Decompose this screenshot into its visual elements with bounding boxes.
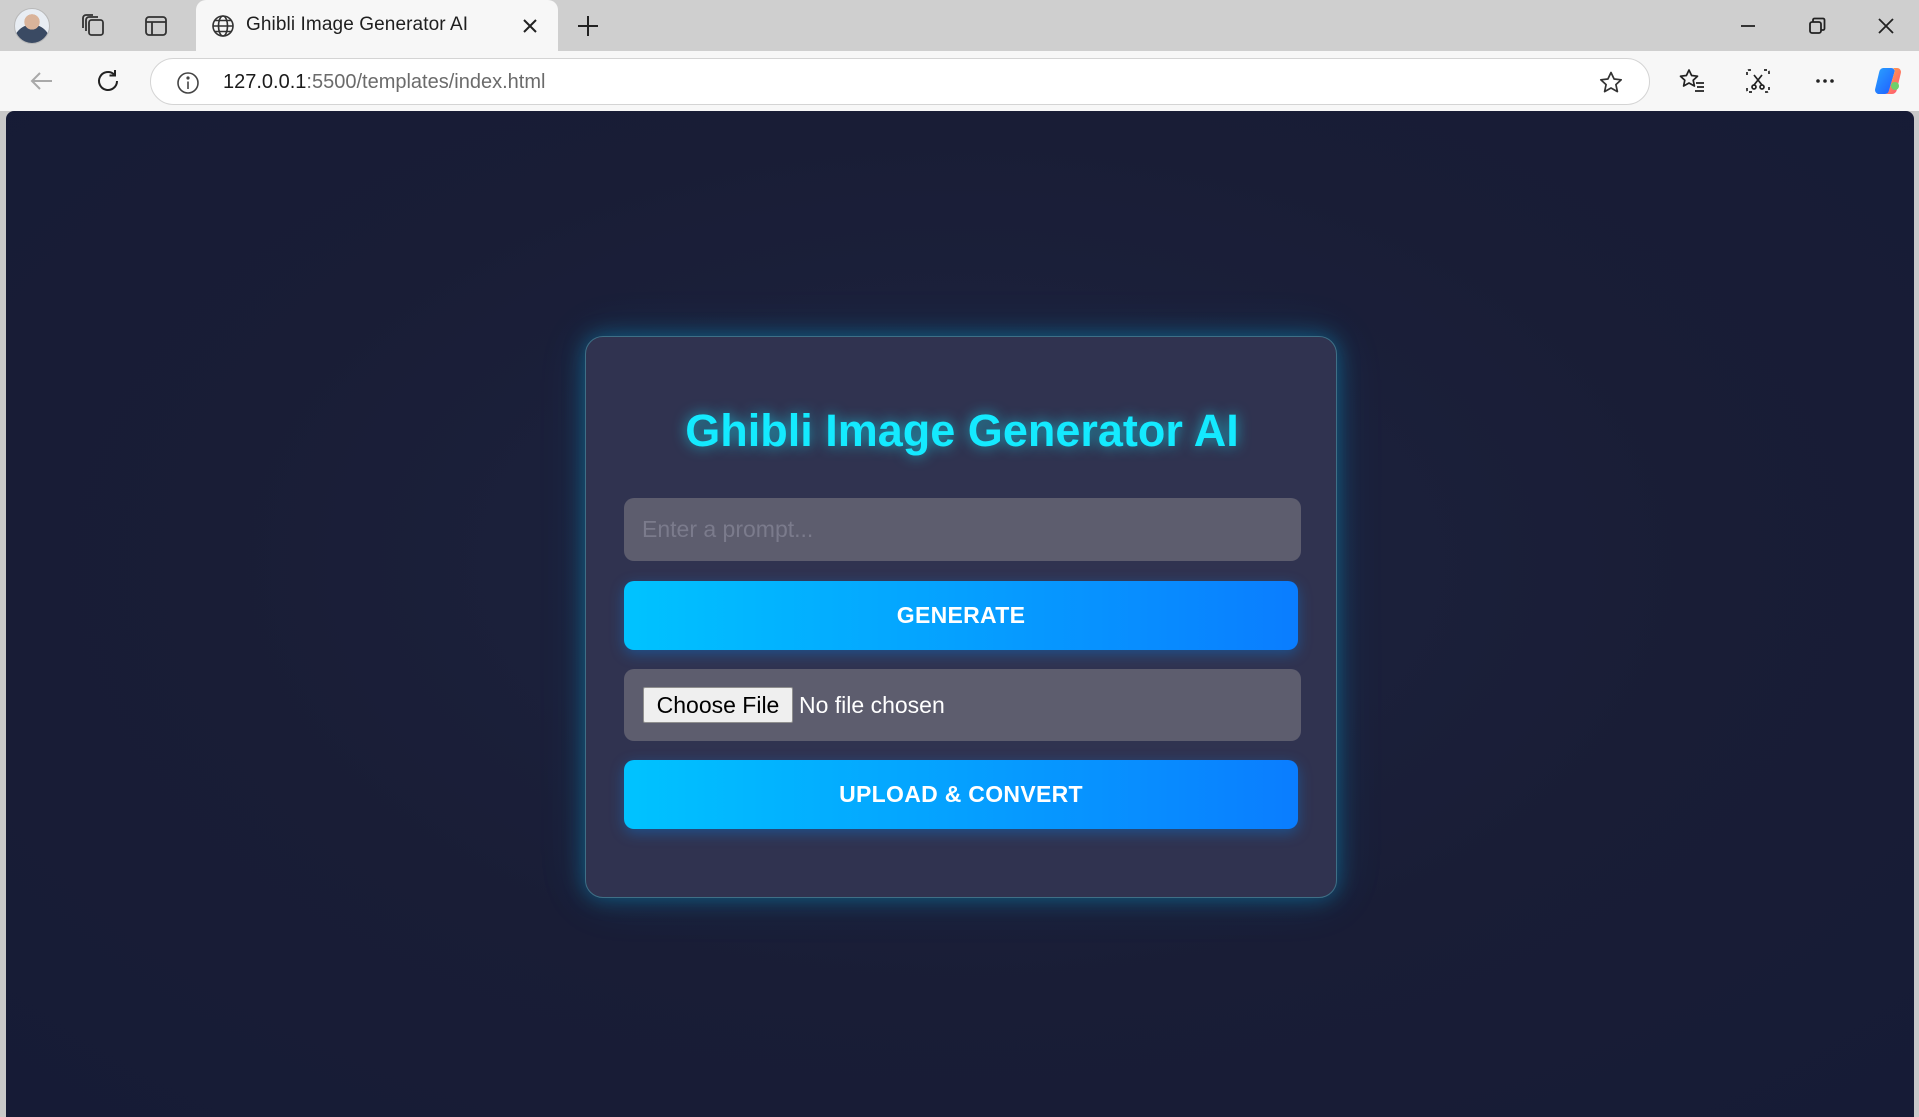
address-bar[interactable]: 127.0.0.1:5500/templates/index.html (150, 58, 1650, 105)
screenshot-icon[interactable] (1743, 66, 1773, 96)
plus-icon[interactable] (574, 12, 602, 40)
refresh-icon[interactable] (93, 66, 123, 96)
globe-icon (212, 15, 234, 37)
back-arrow-icon[interactable] (27, 66, 57, 96)
choose-file-button[interactable]: Choose File (643, 687, 793, 723)
info-icon[interactable] (175, 70, 201, 96)
generate-button[interactable]: GENERATE (624, 581, 1298, 650)
tab-actions-button[interactable] (128, 0, 184, 51)
browser-tabstrip: Ghibli Image Generator AI (0, 0, 1919, 51)
restore-icon[interactable] (1803, 12, 1831, 40)
tab-active[interactable]: Ghibli Image Generator AI (196, 0, 558, 51)
page-viewport: Ghibli Image Generator AI GENERATE Choos… (6, 111, 1914, 1117)
file-status: No file chosen (799, 692, 945, 718)
copilot-icon[interactable] (1871, 64, 1905, 98)
minimize-icon[interactable] (1734, 12, 1762, 40)
page-title: Ghibli Image Generator AI (685, 405, 1239, 456)
tab-actions-icon (145, 15, 167, 36)
url-text[interactable]: 127.0.0.1:5500/templates/index.html (223, 71, 545, 94)
url-host: 127.0.0.1 (223, 71, 307, 93)
more-icon[interactable] (1810, 66, 1840, 96)
profile-button[interactable] (4, 0, 60, 51)
star-icon[interactable] (1597, 69, 1625, 97)
generator-card: Ghibli Image Generator AI GENERATE Choos… (585, 336, 1337, 898)
prompt-input[interactable] (624, 498, 1301, 561)
close-icon[interactable] (518, 14, 542, 38)
upload-convert-button[interactable]: UPLOAD & CONVERT (624, 760, 1298, 829)
close-icon[interactable] (1872, 12, 1900, 40)
profile-avatar (14, 7, 50, 44)
url-path: :5500/templates/index.html (306, 71, 546, 93)
file-input[interactable]: Choose File No file chosen (624, 669, 1301, 741)
browser-toolbar: 127.0.0.1:5500/templates/index.html (0, 51, 1919, 111)
workspaces-icon (82, 13, 104, 36)
tab-title: Ghibli Image Generator AI (246, 14, 469, 35)
workspaces-button[interactable] (66, 0, 122, 51)
favorites-icon[interactable] (1677, 66, 1707, 96)
